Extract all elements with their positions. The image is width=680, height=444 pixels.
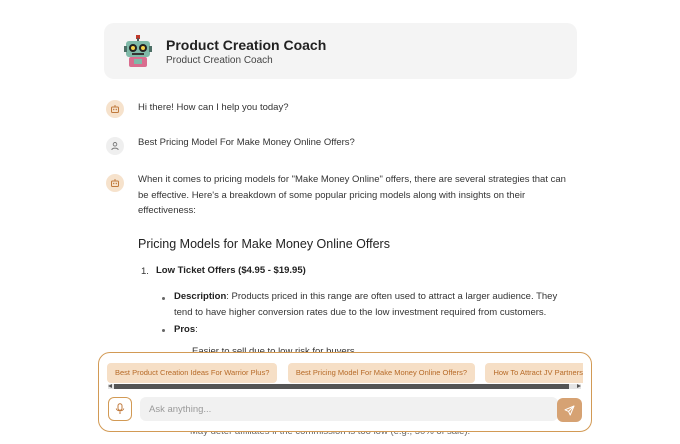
description-line: tend to have higher conversion rates due… <box>174 307 547 318</box>
send-icon <box>564 405 575 415</box>
pros-label: Pros <box>174 324 196 335</box>
suggestion-chip[interactable]: How To Attract JV Partners? <box>485 363 583 383</box>
bot-avatar-icon <box>106 100 124 118</box>
scroll-right-arrow-icon[interactable] <box>577 384 581 388</box>
suggestion-chip[interactable]: Best Product Creation Ideas For Warrior … <box>107 363 278 383</box>
composer: Best Product Creation Ideas For Warrior … <box>98 352 592 432</box>
user-message: Best Pricing Model For Make Money Online… <box>138 137 355 148</box>
user-avatar-icon <box>106 137 124 155</box>
bullet <box>162 329 165 332</box>
send-button[interactable] <box>557 398 582 422</box>
suggestion-chips[interactable]: Best Product Creation Ideas For Warrior … <box>107 362 583 384</box>
page-subtitle: Product Creation Coach <box>166 55 273 66</box>
scroll-left-arrow-icon[interactable] <box>108 384 112 388</box>
assistant-message-line: effectiveness: <box>138 205 196 216</box>
assistant-message-line: When it comes to pricing models for "Mak… <box>138 174 566 185</box>
description-line: Description: Products priced in this ran… <box>174 289 557 305</box>
microphone-icon <box>115 403 125 414</box>
assistant-message: Hi there! How can I help you today? <box>138 102 289 113</box>
chat-header: Product Creation Coach Product Creation … <box>104 23 577 79</box>
bot-icon <box>111 179 119 187</box>
bot-icon <box>111 105 119 113</box>
microphone-button[interactable] <box>108 397 132 421</box>
bot-avatar-icon <box>106 174 124 192</box>
description-text: : Products priced in this range are ofte… <box>226 291 558 302</box>
robot-avatar <box>124 35 152 67</box>
user-icon <box>111 142 119 151</box>
bullet <box>162 297 165 300</box>
answer-heading: Pricing Models for Make Money Online Off… <box>138 237 390 251</box>
list-item-number: 1. <box>141 266 149 277</box>
chat-input[interactable] <box>140 397 558 421</box>
pros-line: Pros: <box>174 322 198 338</box>
scrollbar-thumb[interactable] <box>114 384 569 389</box>
suggestion-chip[interactable]: Best Pricing Model For Make Money Online… <box>287 363 476 383</box>
assistant-message-line: be effective. Here's a breakdown of some… <box>138 190 526 201</box>
page-title: Product Creation Coach <box>166 37 327 53</box>
horizontal-scrollbar[interactable] <box>108 384 581 389</box>
list-item-title: Low Ticket Offers ($4.95 - $19.95) <box>156 265 306 276</box>
description-label: Description <box>174 291 227 302</box>
pros-colon: : <box>195 324 198 335</box>
